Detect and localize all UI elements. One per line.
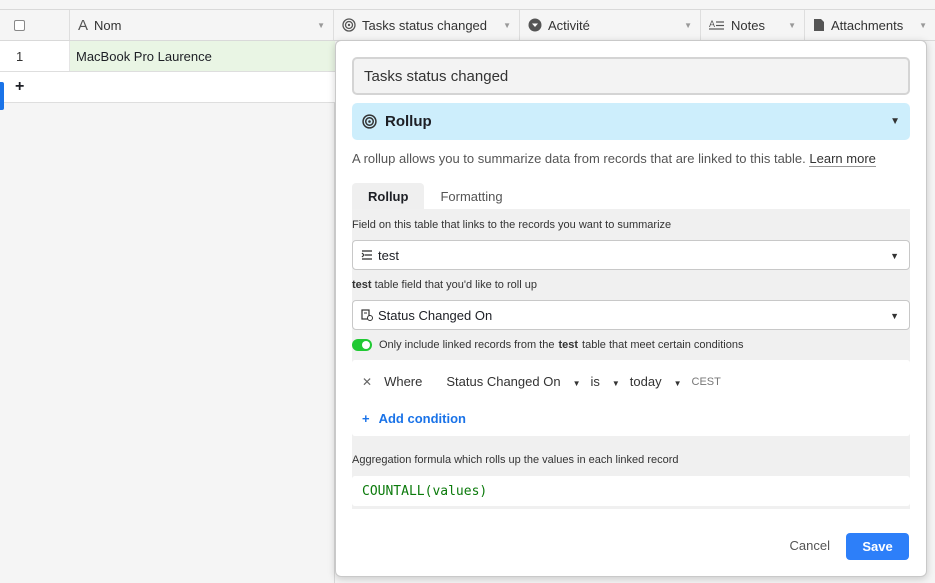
rollup-icon: [362, 114, 377, 129]
link-field-select[interactable]: test ▼: [352, 240, 910, 270]
toggle-text-after: table that meet certain conditions: [582, 339, 744, 351]
conditions-box: ✕ Where Status Changed On ▼ is ▼ today ▼ CE…: [352, 360, 910, 436]
aggregation-formula-input[interactable]: COUNTALL(values): [352, 476, 910, 506]
condition-field-value: Status Changed On: [446, 374, 561, 389]
field-type-select[interactable]: Rollup ▼: [352, 103, 910, 140]
chevron-down-icon: ▼: [890, 251, 899, 261]
condition-operator-value: is: [590, 374, 600, 389]
single-select-icon: [528, 18, 542, 32]
chevron-down-icon[interactable]: ▼: [503, 21, 511, 30]
condition-row: ✕ Where Status Changed On ▼ is ▼ today ▼ CE…: [362, 374, 729, 389]
conditions-toggle[interactable]: [352, 339, 372, 351]
rollup-field-value: Status Changed On: [378, 307, 493, 323]
column-header-label: Attachments: [831, 17, 904, 33]
add-record-row[interactable]: +: [0, 72, 335, 103]
linked-record-icon: [361, 249, 373, 261]
column-header-label: Tasks status changed: [362, 17, 488, 33]
chevron-down-icon: ▼: [890, 116, 900, 127]
condition-operator-select[interactable]: is ▼: [590, 374, 619, 389]
chevron-down-icon: ▼: [611, 379, 620, 388]
row-selection-indicator: [0, 82, 4, 110]
field-type-label: Rollup: [385, 113, 432, 130]
add-condition-label: Add condition: [378, 411, 466, 426]
add-condition-button[interactable]: + Add condition: [362, 411, 466, 426]
column-header-notes[interactable]: A Notes ▼: [701, 10, 805, 40]
toggle-text-before: Only include linked records from the: [379, 339, 555, 351]
select-all-cell[interactable]: [0, 10, 70, 40]
attachment-icon: [813, 18, 825, 32]
field-config-panel: Tasks status changed Rollup ▼ A rollup a…: [335, 40, 927, 577]
link-field-label: Field on this table that links to the re…: [352, 219, 672, 231]
column-header-label: Nom: [94, 17, 122, 33]
tab-rollup[interactable]: Rollup: [352, 183, 425, 210]
chevron-down-icon[interactable]: ▼: [317, 21, 325, 30]
rollup-field-select[interactable]: Status Changed On ▼: [352, 300, 910, 330]
rollup-field-label-rest: table field that you'd like to roll up: [374, 279, 537, 291]
select-all-checkbox[interactable]: [14, 19, 25, 31]
rollup-field-label-table: test: [352, 279, 372, 291]
rollup-config-section: Field on this table that links to the re…: [352, 209, 910, 509]
column-header-row: A Nom ▼ Tasks status changed ▼ Activité …: [0, 9, 935, 41]
column-header-attachments[interactable]: Attachments ▼: [805, 10, 935, 40]
description-text: A rollup allows you to summarize data fr…: [352, 151, 806, 166]
chevron-down-icon: ▼: [890, 311, 899, 321]
svg-text:A: A: [709, 19, 715, 29]
remove-condition-icon[interactable]: ✕: [362, 375, 372, 389]
chevron-down-icon[interactable]: ▼: [919, 21, 927, 30]
last-modified-time-icon: [361, 309, 373, 321]
save-button[interactable]: Save: [846, 533, 909, 560]
field-type-description: A rollup allows you to summarize data fr…: [352, 151, 876, 167]
chevron-down-icon[interactable]: ▼: [788, 21, 796, 30]
cancel-button[interactable]: Cancel: [790, 538, 830, 553]
rollup-field-label: test table field that you'd like to roll…: [352, 279, 537, 291]
column-header-tasks-status[interactable]: Tasks status changed ▼: [334, 10, 520, 40]
column-header-nom[interactable]: A Nom ▼: [70, 10, 334, 40]
text-field-icon: A: [78, 16, 89, 34]
timezone-label: CEST: [691, 375, 721, 388]
toggle-text-table: test: [558, 339, 579, 351]
condition-where-label: Where: [384, 374, 423, 389]
table-row[interactable]: 1 MacBook Pro Laurence: [0, 41, 335, 72]
condition-field-select[interactable]: Status Changed On ▼: [446, 374, 580, 389]
chevron-down-icon[interactable]: ▼: [684, 21, 692, 30]
long-text-icon: A: [709, 18, 725, 32]
records-area: 1 MacBook Pro Laurence +: [0, 41, 335, 583]
condition-value-value: today: [629, 374, 662, 389]
learn-more-link[interactable]: Learn more: [809, 151, 876, 167]
row-number: 1: [0, 41, 70, 71]
column-header-activite[interactable]: Activité ▼: [520, 10, 701, 40]
plus-icon: +: [362, 411, 370, 426]
chevron-down-icon: ▼: [673, 379, 682, 388]
aggregation-label: Aggregation formula which rolls up the v…: [352, 454, 679, 466]
link-field-value: test: [378, 247, 399, 263]
record-name-cell[interactable]: MacBook Pro Laurence: [70, 41, 335, 71]
rollup-icon: [342, 18, 356, 32]
tab-formatting[interactable]: Formatting: [424, 183, 518, 210]
conditions-toggle-row: Only include linked records from the tes…: [352, 339, 743, 351]
field-name-input[interactable]: Tasks status changed: [352, 57, 910, 95]
chevron-down-icon: ▼: [572, 379, 581, 388]
config-tabs: Rollup Formatting: [352, 183, 519, 210]
condition-value-select[interactable]: today ▼: [630, 374, 682, 389]
column-header-label: Activité: [548, 17, 590, 33]
column-header-label: Notes: [731, 17, 765, 33]
